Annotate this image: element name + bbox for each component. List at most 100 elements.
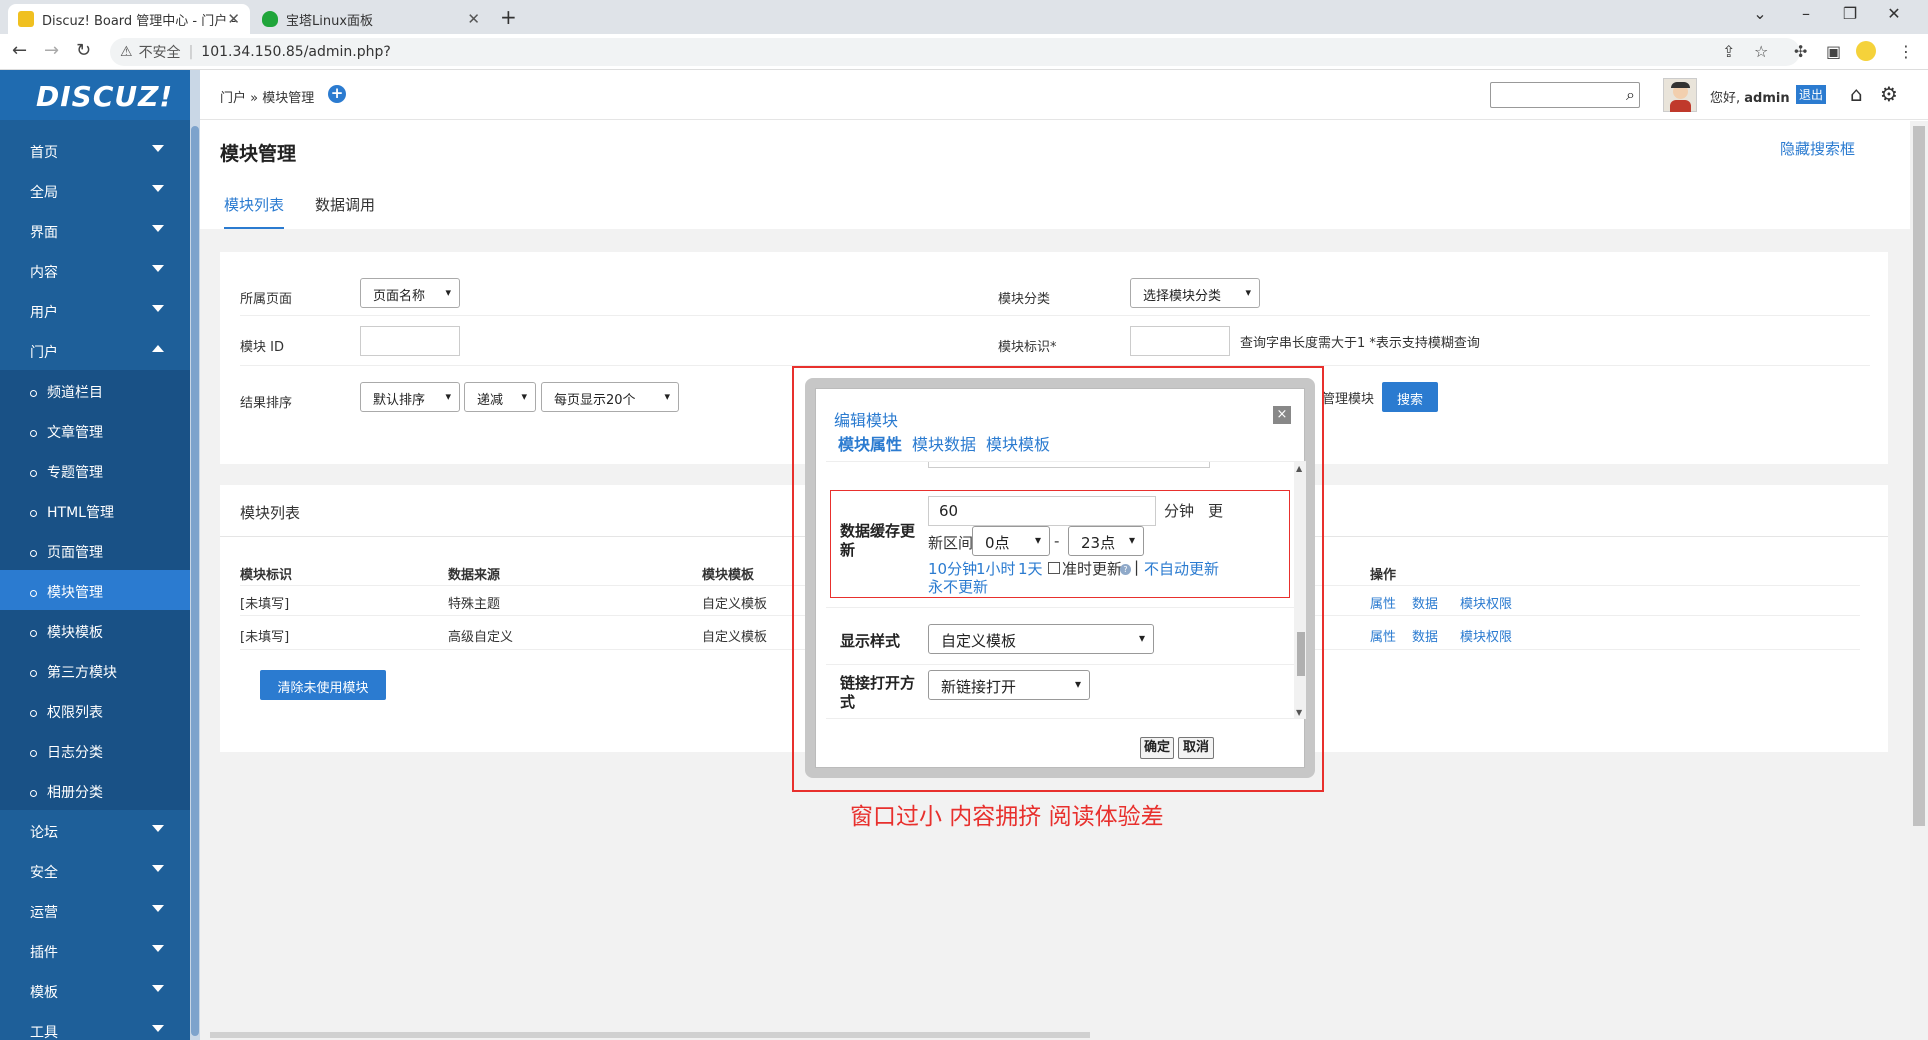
close-tab-icon[interactable]: ✕ xyxy=(467,10,480,28)
sidebar-item-global[interactable]: 全局 xyxy=(0,170,190,210)
help-icon[interactable]: ? xyxy=(1120,564,1131,575)
chevron-down-icon: ▾ xyxy=(664,390,670,403)
sidebar-item-portal[interactable]: 门户 xyxy=(0,330,190,370)
minimize-icon[interactable]: – xyxy=(1786,4,1826,23)
sidebar-item-forum[interactable]: 论坛 xyxy=(0,810,190,850)
clear-unused-button[interactable]: 清除未使用模块 xyxy=(260,670,386,700)
reload-icon[interactable]: ↻ xyxy=(76,40,91,61)
chevron-down-icon xyxy=(152,905,164,912)
per-page-select[interactable]: 每页显示20个 ▾ xyxy=(541,382,679,412)
permission-link[interactable]: 模块权限 xyxy=(1460,626,1512,645)
bookmark-star-icon[interactable]: ☆ xyxy=(1754,42,1768,61)
sidebar-sub-third-party[interactable]: 第三方模块 xyxy=(0,650,190,690)
sidebar-scrollbar-thumb[interactable] xyxy=(191,126,199,1036)
tab-search-icon[interactable]: ⌄ xyxy=(1740,4,1780,23)
tab-block-data[interactable]: 模块数据 xyxy=(912,431,976,455)
data-link[interactable]: 数据 xyxy=(1412,626,1438,645)
tab-block-attributes[interactable]: 模块属性 xyxy=(838,431,902,455)
profile-avatar-icon[interactable] xyxy=(1856,41,1876,61)
sidebar-item-users[interactable]: 用户 xyxy=(0,290,190,330)
forward-icon[interactable]: → xyxy=(44,40,59,61)
sidebar-item-plugins[interactable]: 插件 xyxy=(0,930,190,970)
ok-button[interactable]: 确定 xyxy=(1140,737,1174,759)
close-window-icon[interactable]: ✕ xyxy=(1874,4,1914,23)
sidebar-sub-articles[interactable]: 文章管理 xyxy=(0,410,190,450)
home-icon[interactable]: ⌂ xyxy=(1850,82,1863,106)
tab-block-list[interactable]: 模块列表 xyxy=(224,194,285,229)
shield-favicon-icon xyxy=(262,11,278,27)
sidebar-item-templates[interactable]: 模板 xyxy=(0,970,190,1010)
restore-icon[interactable]: ❐ xyxy=(1830,4,1870,23)
hide-search-link[interactable]: 隐藏搜索框 xyxy=(1780,138,1855,159)
sidebar-sub-topics[interactable]: 专题管理 xyxy=(0,450,190,490)
sidebar-sub-channel[interactable]: 频道栏目 xyxy=(0,370,190,410)
sidebar-sub-log-category[interactable]: 日志分类 xyxy=(0,730,190,770)
sidebar-item-operations[interactable]: 运营 xyxy=(0,890,190,930)
tab-bt-panel[interactable]: 宝塔Linux面板 ✕ xyxy=(252,4,490,34)
attr-link[interactable]: 属性 xyxy=(1370,593,1396,612)
sidebar-sub-block-templates[interactable]: 模块模板 xyxy=(0,610,190,650)
sidebar-item-content[interactable]: 内容 xyxy=(0,250,190,290)
share-icon[interactable]: ⇪ xyxy=(1722,42,1735,61)
cancel-button[interactable]: 取消 xyxy=(1178,737,1214,759)
search-icon[interactable]: ⌕ xyxy=(1626,85,1635,105)
close-tab-icon[interactable]: ✕ xyxy=(227,10,240,28)
new-tab-button[interactable]: + xyxy=(500,5,517,29)
dialog-scrollbar-thumb[interactable] xyxy=(1297,632,1305,676)
col-ident: 模块标识 xyxy=(240,568,293,583)
data-link[interactable]: 数据 xyxy=(1412,593,1438,612)
sidebar-sub-html[interactable]: HTML管理 xyxy=(0,490,190,530)
close-icon[interactable]: × xyxy=(1273,406,1291,424)
sidebar-sub-pages[interactable]: 页面管理 xyxy=(0,530,190,570)
sidebar-item-security[interactable]: 安全 xyxy=(0,850,190,890)
attr-link[interactable]: 属性 xyxy=(1370,626,1396,645)
no-auto-update-link[interactable]: 不自动更新 xyxy=(1144,558,1219,579)
block-ident-input[interactable] xyxy=(1130,326,1230,356)
interval-label: 新区间 xyxy=(928,534,974,552)
tab-discuz-admin[interactable]: Discuz! Board 管理中心 - 门户 - ✕ xyxy=(8,4,250,34)
page-select[interactable]: 页面名称 ▾ xyxy=(360,278,460,308)
link-open-select[interactable]: 新链接打开 ▾ xyxy=(928,670,1090,700)
cache-minutes-input[interactable]: 60 xyxy=(928,496,1156,526)
display-style-select[interactable]: 自定义模板 ▾ xyxy=(928,624,1154,654)
search-button[interactable]: 搜索 xyxy=(1382,382,1438,412)
sidebar-item-tools[interactable]: 工具 xyxy=(0,1010,190,1040)
sort-select[interactable]: 默认排序 ▾ xyxy=(360,382,460,412)
permission-link[interactable]: 模块权限 xyxy=(1460,593,1512,612)
extensions-icon[interactable]: ✣ xyxy=(1794,42,1807,61)
sidebar-item-interface[interactable]: 界面 xyxy=(0,210,190,250)
url-field[interactable]: ⚠ 不安全 | 101.34.150.85/admin.php? xyxy=(110,38,1800,66)
sidebar-sub-label: 文章管理 xyxy=(47,425,103,441)
block-id-input[interactable] xyxy=(360,326,460,356)
scroll-up-icon[interactable]: ▲ xyxy=(1296,464,1302,473)
add-shortcut-icon[interactable]: + xyxy=(328,85,346,103)
horizontal-scrollbar-thumb[interactable] xyxy=(210,1032,1090,1038)
sidebar-sub-album-category[interactable]: 相册分类 xyxy=(0,770,190,810)
admin-header: 门户 » 模块管理 + ⌕ 您好, admin 退出 ⌂ ⚙ xyxy=(200,70,1928,120)
interval-end-select[interactable]: 23点 ▾ xyxy=(1068,526,1144,556)
discuz-favicon-icon xyxy=(18,11,34,27)
discuz-logo[interactable]: DISCUZ! xyxy=(0,70,200,120)
page-scrollbar-thumb[interactable] xyxy=(1913,126,1925,826)
admin-search-input[interactable]: ⌕ xyxy=(1490,82,1640,108)
scroll-down-icon[interactable]: ▼ xyxy=(1296,708,1302,717)
order-select[interactable]: 递减 ▾ xyxy=(464,382,536,412)
logout-button[interactable]: 退出 xyxy=(1796,85,1827,104)
sidebar-sub-label: 专题管理 xyxy=(47,465,103,481)
interval-start-select[interactable]: 0点 ▾ xyxy=(972,526,1050,556)
gear-icon[interactable]: ⚙ xyxy=(1880,82,1898,106)
sidebar-sub-permissions[interactable]: 权限列表 xyxy=(0,690,190,730)
category-select[interactable]: 选择模块分类 ▾ xyxy=(1130,278,1260,308)
menu-kebab-icon[interactable]: ⋮ xyxy=(1898,42,1914,61)
tab-block-template[interactable]: 模块模板 xyxy=(986,431,1050,455)
dialog-scroll-area[interactable]: 数据缓存更新 60 分钟 更 新区间 0点 ▾ - 23点 ▾ 10分钟 1小时 1… xyxy=(826,461,1306,719)
quick-1day-link[interactable]: 1天 xyxy=(1018,558,1043,579)
sidebar-sub-blocks[interactable]: 模块管理 xyxy=(0,570,190,610)
sidebar-item-home[interactable]: 首页 xyxy=(0,130,190,170)
back-icon[interactable]: ← xyxy=(12,40,27,61)
dialog-scrollbar[interactable] xyxy=(1294,462,1306,718)
side-panel-icon[interactable]: ▣ xyxy=(1826,42,1841,61)
ontime-checkbox[interactable] xyxy=(1048,562,1060,574)
tab-data-call[interactable]: 数据调用 xyxy=(315,194,375,215)
never-update-link[interactable]: 永不更新 xyxy=(928,576,988,597)
